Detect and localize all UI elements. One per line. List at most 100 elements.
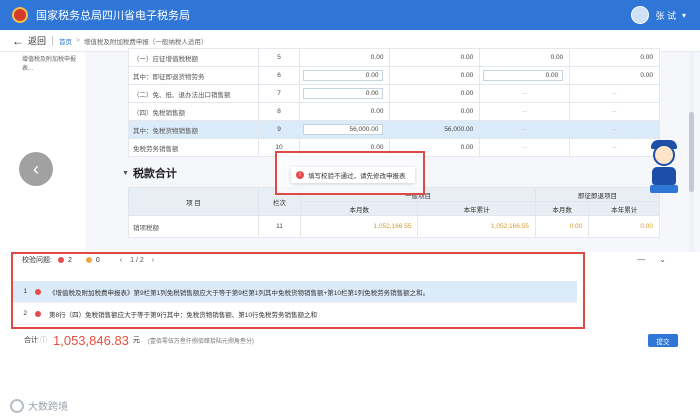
cell-v1[interactable]: 0.00 [299, 66, 391, 85]
breadcrumb-home[interactable]: 首页 [59, 36, 72, 46]
cell-month[interactable]: 1,052,166.55 [299, 215, 419, 238]
top-header-bar: 国家税务总局四川省电子税务局 张 试 ▾ [0, 0, 700, 30]
back-label[interactable]: 返回 [28, 34, 46, 47]
row-label: 销项税额 [128, 215, 259, 238]
table-row: 其中：即征即退货物劳务 6 0.00 0.00 0.00 0.00 [128, 66, 660, 85]
scroll-thumb[interactable] [689, 112, 694, 192]
row-label: （一）应征增值税税额 [128, 48, 259, 67]
breadcrumb-current: 增值税及附加税费申报（一般纳税人适用） [83, 38, 208, 46]
row-label: 其中：免税货物销售额 [128, 120, 259, 139]
submit-button[interactable]: 提交 [648, 334, 678, 347]
cell-v3: -- [479, 102, 571, 121]
cell-v4: -- [569, 120, 660, 139]
cell-v2: 0.00 [389, 48, 481, 67]
error-dot-icon [35, 288, 41, 295]
error-text[interactable]: 《增值税及附加税费申报表》第9栏第1列免税销售额应大于等于第9栏第1列其中免税货… [49, 287, 429, 297]
form-content: 增值税及附加税申报表... （一）应征增值税税额 5 0.00 0.00 0.00 0.0… [0, 48, 700, 252]
cell-v2: 0.00 [389, 66, 481, 85]
error-index: 1 [23, 288, 27, 295]
section-title-tax-total[interactable]: ▼ 税款合计 [122, 165, 177, 181]
total-unit: 元 [132, 337, 140, 344]
row-line: 7 [257, 84, 301, 103]
amount-input[interactable]: 56,000.00 [303, 124, 384, 135]
site-title: 国家税务总局四川省电子税务局 [36, 10, 190, 22]
error-item[interactable]: 1 《增值税及附加税费申报表》第9栏第1列免税销售额应大于等于第9栏第1列其中免… [13, 281, 577, 303]
amount-input[interactable]: 0.00 [303, 88, 384, 99]
cell-refund-month[interactable]: 0.00 [534, 215, 590, 238]
table-row: （二）免、抵、退办法出口销售额 7 0.00 0.00 -- -- [128, 84, 660, 103]
error-index: 2 [23, 310, 27, 317]
cell-v4: -- [569, 102, 660, 121]
left-panel: 增值税及附加税申报表... [0, 52, 85, 252]
assistant-mascot[interactable] [646, 140, 682, 194]
info-icon[interactable]: ⓘ [40, 335, 47, 345]
column-header-refund-ytd: 本年累计 [588, 201, 660, 216]
mascot-badge [650, 185, 678, 193]
cell-refund-ytd[interactable]: 0.00 [588, 215, 660, 238]
watermark-text: 大数跨境 [28, 402, 68, 413]
collapse-caret-icon[interactable]: ▼ [122, 170, 129, 177]
row-label: （二）免、抵、退办法出口销售额 [128, 84, 259, 103]
error-item[interactable]: 2 第8行（四）免税销售额应大于等于第9行其中：免税货物销售额、第10行免税劳务… [13, 303, 577, 325]
error-text[interactable]: 第8行（四）免税销售额应大于等于第9行其中：免税货物销售额、第10行免税劳务销售… [49, 309, 317, 319]
row-line: 5 [257, 48, 301, 67]
left-note: 增值税及附加税申报表... [22, 57, 77, 72]
table-row: 销项税额 11 1,052,166.55 1,052,166.55 0.00 0… [128, 215, 660, 238]
column-header-ytd: 本年累计 [417, 201, 536, 216]
validation-toast: ! 填写校验不通过，请先修改申报表 [291, 167, 415, 183]
column-header-refund-month: 本月数 [534, 201, 590, 216]
total-amount: 1,053,846.83 [53, 332, 129, 348]
error-dot-icon [35, 310, 41, 317]
total-label: 合计 [24, 337, 38, 344]
cell-v4: 0.00 [569, 66, 660, 85]
tax-emblem-icon [12, 7, 28, 23]
user-menu[interactable]: 张 试 ▾ [631, 6, 686, 24]
row-line: 6 [257, 66, 301, 85]
cell-ytd[interactable]: 1,052,166.55 [417, 215, 536, 238]
mascot-face-icon [653, 144, 675, 166]
amount-input[interactable]: 0.00 [303, 70, 384, 81]
avatar[interactable] [631, 6, 650, 24]
page-lower-area [0, 350, 700, 420]
panel-controls: — ⌄ [637, 255, 666, 264]
prev-page-button[interactable]: ‹ [19, 152, 53, 186]
chevron-down-icon[interactable]: ⌄ [659, 255, 666, 264]
cell-v3: -- [479, 84, 571, 103]
minimize-icon[interactable]: — [637, 255, 645, 264]
chevron-left-icon[interactable]: ‹ [33, 159, 39, 180]
cell-v1[interactable]: 56,000.00 [299, 120, 391, 139]
user-name[interactable]: 张 试 [655, 9, 676, 22]
scrollbar[interactable] [689, 52, 694, 252]
row-label: 免税劳务销售额 [128, 138, 259, 157]
watermark-logo-icon [10, 398, 24, 413]
cell-v3[interactable]: 0.00 [479, 66, 571, 85]
error-circle-icon: ! [296, 171, 304, 179]
row-line: 11 [258, 215, 301, 238]
row-label: （四）免税销售额 [128, 102, 259, 121]
cell-v2: 56,000.00 [389, 120, 481, 139]
back-button[interactable]: ← 返回 [12, 34, 46, 48]
validation-errors-highlight: 1 《增值税及附加税费申报表》第9栏第1列免税销售额应大于等于第9栏第1列其中免… [11, 252, 585, 329]
table-row: （四）免税销售额 8 0.00 0.00 -- -- [128, 102, 660, 121]
breadcrumb-separator: > [76, 37, 80, 44]
watermark: 大数跨境 [10, 398, 68, 413]
cell-v4: -- [569, 84, 660, 103]
cell-v3: -- [479, 138, 571, 157]
cell-v1[interactable]: 0.00 [299, 84, 391, 103]
validation-toast-highlight: ! 填写校验不通过，请先修改申报表 [275, 151, 425, 195]
back-arrow-icon[interactable]: ← [12, 34, 24, 48]
amount-input[interactable]: 0.00 [483, 70, 564, 81]
divider [52, 35, 54, 46]
sales-table: （一）应征增值税税额 5 0.00 0.00 0.00 0.00 其中：即征即退货物劳务 6 0… [128, 48, 660, 157]
total-amount-chinese: (壹佰零伍万叁仟捌佰肆拾陆元捌角叁分) [147, 338, 254, 345]
table-row: 其中：免税货物销售额 9 56,000.00 56,000.00 -- -- [128, 120, 660, 139]
cell-v1: 0.00 [299, 102, 391, 121]
mascot-body [652, 167, 676, 185]
table-row: （一）应征增值税税额 5 0.00 0.00 0.00 0.00 [128, 48, 660, 67]
error-list: 1 《增值税及附加税费申报表》第9栏第1列免税销售额应大于等于第9栏第1列其中免… [13, 281, 577, 325]
chevron-down-icon[interactable]: ▾ [682, 11, 686, 20]
section-title[interactable]: 税款合计 [133, 165, 177, 181]
toast-message: 填写校验不通过，请先修改申报表 [308, 173, 406, 180]
row-label: 其中：即征即退货物劳务 [128, 66, 259, 85]
row-line: 8 [257, 102, 301, 121]
